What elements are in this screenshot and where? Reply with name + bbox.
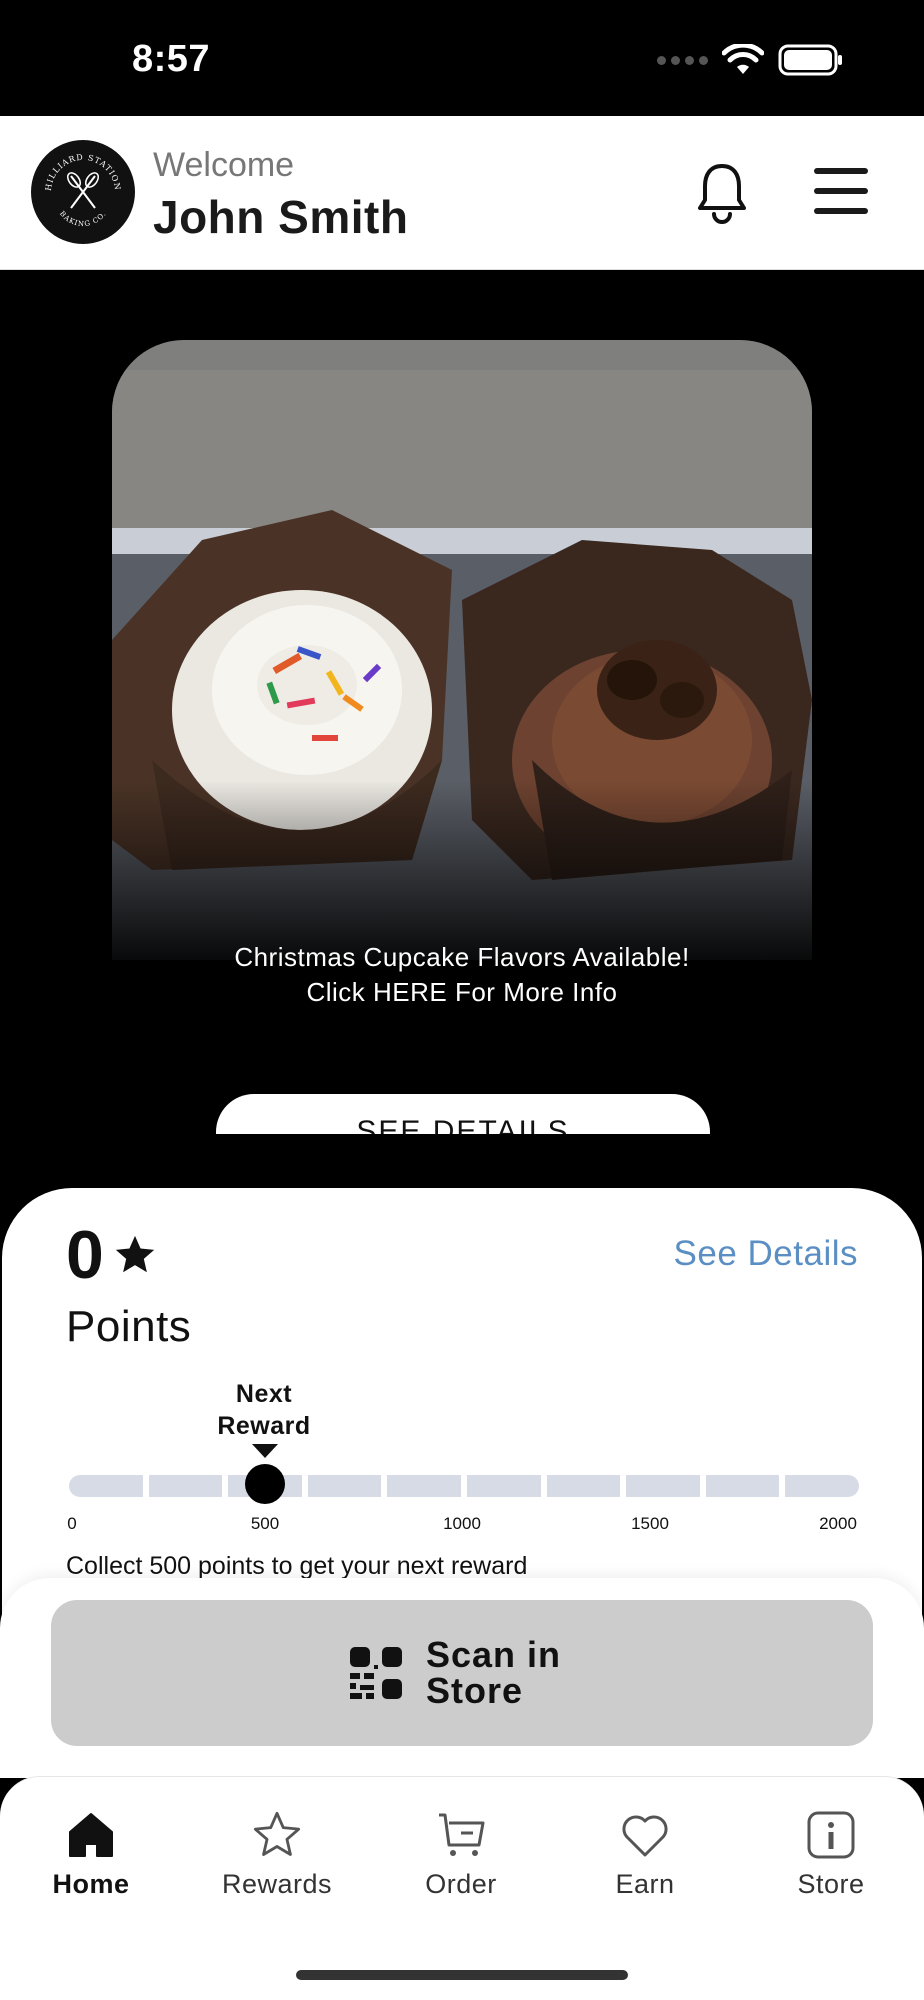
- cellular-signal-icon: [657, 55, 708, 65]
- promo-card[interactable]: Christmas Cupcake Flavors Available! Cli…: [112, 340, 812, 1134]
- tab-label: Rewards: [221, 1869, 333, 1899]
- see-details-link[interactable]: See Details: [674, 1234, 858, 1274]
- tab-label: Earn: [615, 1869, 675, 1899]
- tab-rewards[interactable]: Rewards: [202, 1807, 352, 1900]
- tick-label: 1500: [631, 1514, 669, 1533]
- svg-text:HILLIARD STATION: HILLIARD STATION: [44, 153, 122, 192]
- hamburger-icon: [814, 168, 868, 174]
- tab-earn[interactable]: Earn: [570, 1807, 720, 1900]
- tab-order[interactable]: Order: [386, 1807, 536, 1900]
- tab-label: Store: [797, 1869, 865, 1899]
- see-details-button[interactable]: SEE DETAILS: [216, 1094, 710, 1134]
- bell-icon: [698, 164, 746, 224]
- tick-label: 0: [67, 1514, 77, 1533]
- tick-label: 1000: [443, 1514, 481, 1533]
- next-reward-pointer-icon: [252, 1444, 278, 1458]
- tab-home[interactable]: Home: [16, 1807, 166, 1900]
- promo-text: Christmas Cupcake Flavors Available! Cli…: [112, 940, 812, 1010]
- bakery-logo: HILLIARD STATION BAKING CO.: [31, 140, 135, 244]
- scan-label: Scan in Store: [426, 1634, 562, 1711]
- svg-text:BAKING CO.: BAKING CO.: [58, 210, 108, 228]
- tick-label: 2000: [819, 1514, 857, 1533]
- next-reward-label: Next Reward: [217, 1380, 311, 1440]
- promo-line-2: Click HERE For More Info: [306, 977, 618, 1007]
- next-reward-marker: [245, 1464, 285, 1504]
- cart-icon: [433, 1807, 489, 1863]
- tab-label: Home: [52, 1869, 130, 1899]
- info-icon: [803, 1807, 859, 1863]
- app-header: HILLIARD STATION BAKING CO. Welcome John…: [0, 116, 924, 270]
- points-number: 0: [66, 1217, 104, 1293]
- star-icon: [115, 1235, 154, 1273]
- welcome-label: Welcome: [153, 146, 295, 184]
- status-icons: [657, 44, 844, 76]
- notifications-button[interactable]: [696, 162, 748, 224]
- promo-line-1: Christmas Cupcake Flavors Available!: [234, 942, 690, 972]
- scan-panel: Scan in Store: [0, 1578, 924, 1778]
- battery-icon: [778, 44, 842, 76]
- collect-message: Collect 500 points to get your next rewa…: [66, 1552, 528, 1580]
- tab-store[interactable]: Store: [756, 1807, 906, 1900]
- status-bar: 8:57: [0, 0, 924, 116]
- home-icon: [63, 1807, 119, 1863]
- points-value: 0: [66, 1216, 158, 1294]
- menu-button[interactable]: [814, 168, 868, 214]
- tab-label: Order: [425, 1869, 497, 1899]
- scan-in-store-button[interactable]: Scan in Store: [51, 1600, 873, 1746]
- wifi-icon: [722, 44, 764, 74]
- points-label: Points: [66, 1302, 192, 1351]
- qr-code-icon: [350, 1647, 402, 1699]
- star-icon: [249, 1807, 305, 1863]
- user-name: John Smith: [153, 191, 409, 243]
- home-indicator: [296, 1970, 628, 1980]
- points-progress-track: [69, 1475, 859, 1497]
- tab-bar: Home Rewards Order Earn Store: [0, 1776, 924, 2000]
- promo-area: Christmas Cupcake Flavors Available! Cli…: [0, 270, 924, 1230]
- tick-label: 500: [250, 1514, 280, 1533]
- whisk-logo-icon: HILLIARD STATION BAKING CO.: [44, 153, 122, 228]
- status-time: 8:57: [132, 38, 211, 80]
- heart-icon: [617, 1807, 673, 1863]
